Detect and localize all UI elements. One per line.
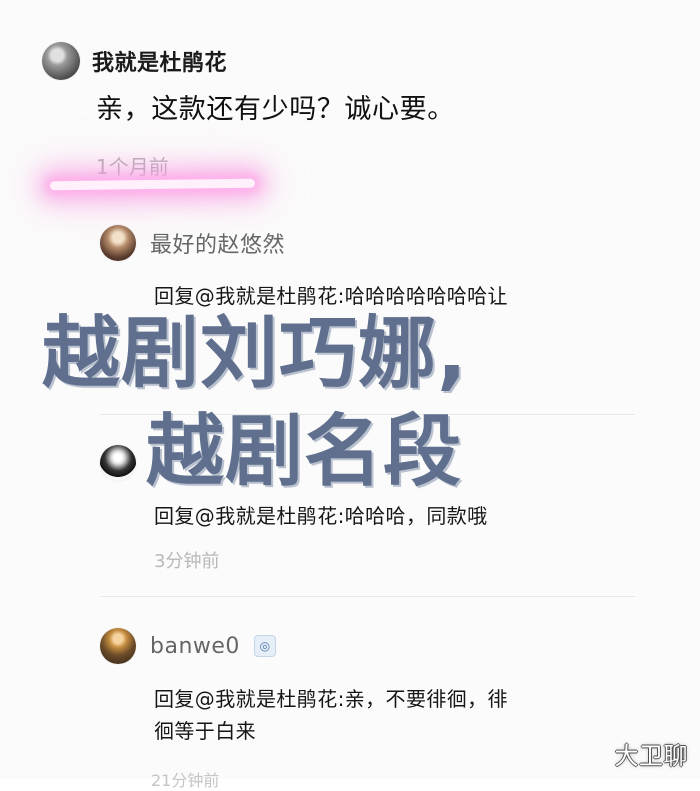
avatar[interactable] (100, 225, 136, 261)
watermark: 大卫聊 (614, 742, 688, 770)
reply-author[interactable]: banwe0 (150, 634, 240, 659)
reply-item: 回复@我就是杜鹃花:哈哈哈，同款哦 3分钟前 (100, 445, 660, 573)
main-comment-time: 1个月前 (96, 155, 169, 180)
avatar[interactable] (100, 445, 136, 481)
reply-content-line: 徊等于白来 (154, 718, 256, 743)
reply-content: 回复@我就是杜鹃花:哈哈哈哈哈哈哈让 (154, 284, 508, 308)
reply-content-line: 回复@我就是杜鹃花:亲，不要徘徊，徘 (154, 687, 508, 711)
reply-author[interactable]: 最好的赵悠然 (150, 227, 285, 259)
main-comment-content: 亲，这款还有少吗？诚心要。 (96, 94, 455, 125)
reply-item: 最好的赵悠然 回复@我就是杜鹃花:哈哈哈哈哈哈哈让 (100, 225, 660, 327)
main-comment-header: 我就是杜鹃花 (42, 42, 662, 80)
main-comment-author[interactable]: 我就是杜鹃花 (92, 45, 227, 77)
reply-header: banwe0 ◎ (100, 628, 660, 664)
divider (100, 596, 635, 597)
reply-content: 回复@我就是杜鹃花:哈哈哈，同款哦 (154, 504, 488, 528)
bottom-cutoff-time: 21分钟前 (151, 771, 220, 790)
avatar[interactable] (42, 42, 80, 80)
reply-header (100, 445, 660, 481)
scroll-area[interactable] (696, 0, 700, 779)
reply-header: 最好的赵悠然 (100, 225, 660, 261)
avatar[interactable] (100, 628, 136, 664)
main-comment: 我就是杜鹃花 亲，这款还有少吗？诚心要。 1个月前 (42, 42, 662, 180)
reply-item: banwe0 ◎ 回复@我就是杜鹃花:亲，不要徘徊，徘 徊等于白来 (100, 628, 660, 747)
verification-icon: ◎ (253, 635, 276, 657)
divider (100, 414, 635, 415)
reply-content: 回复@我就是杜鹃花:亲，不要徘徊，徘 徊等于白来 (154, 684, 660, 747)
reply-time: 3分钟前 (154, 550, 220, 572)
